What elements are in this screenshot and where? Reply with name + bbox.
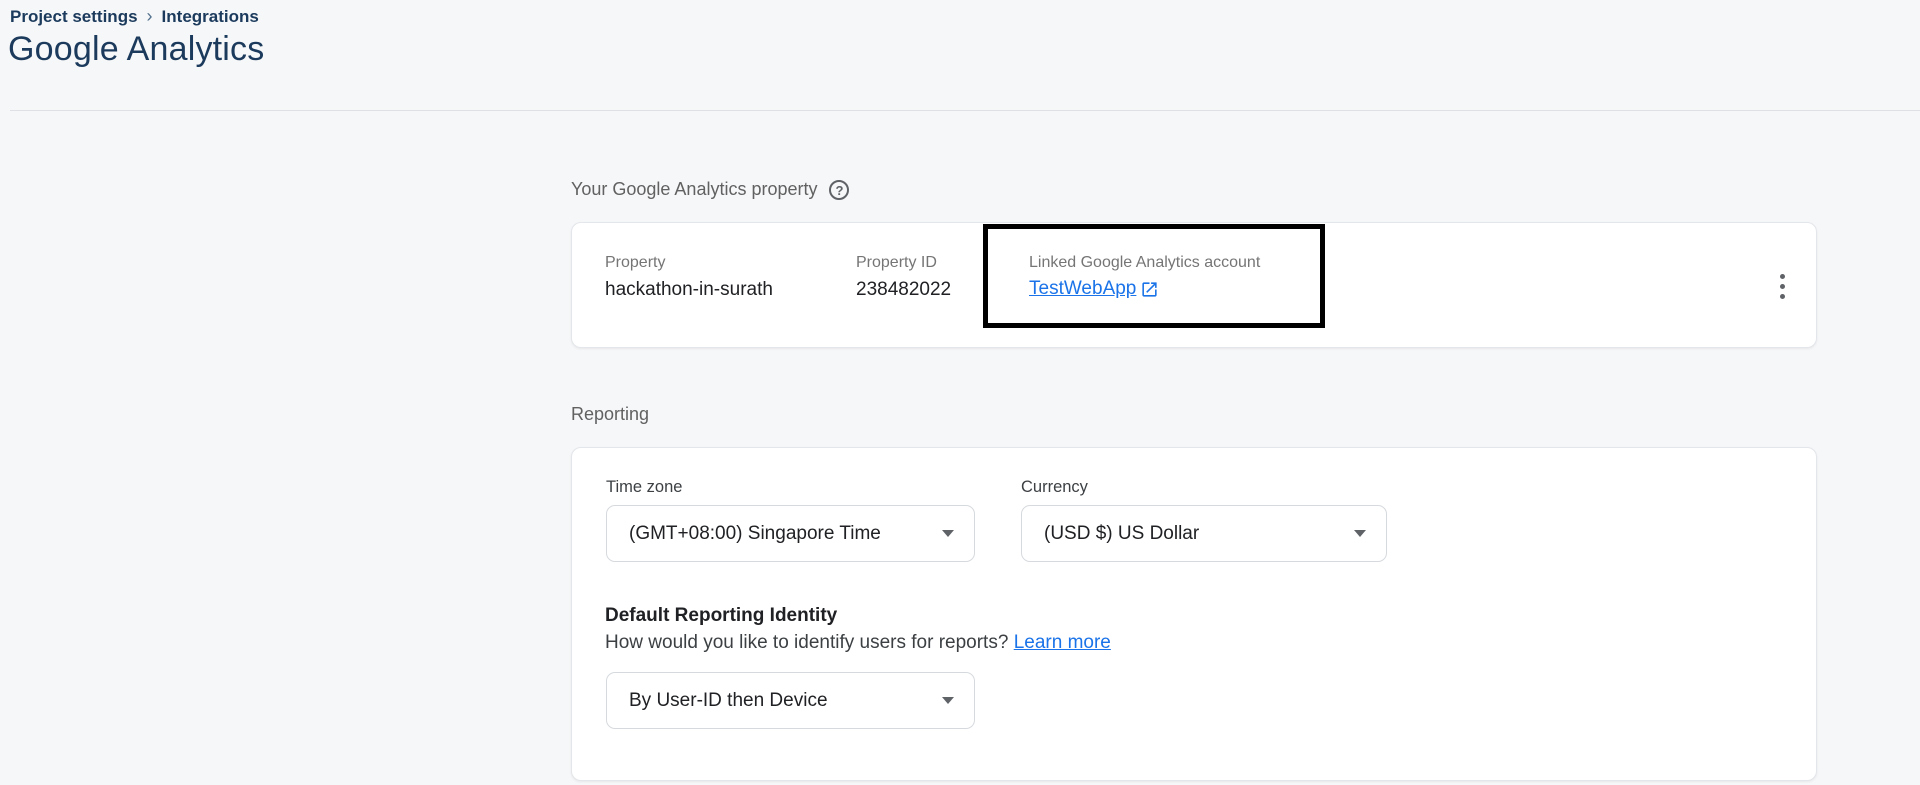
dropdown-arrow-icon	[942, 530, 954, 537]
help-icon[interactable]: ?	[829, 180, 849, 200]
property-id-label: Property ID	[856, 254, 951, 272]
property-card: Property hackathon-in-surath Property ID…	[571, 222, 1817, 348]
page-title: Google Analytics	[8, 30, 264, 69]
header-divider	[10, 110, 1920, 111]
reporting-section-title: Reporting	[571, 404, 649, 425]
reporting-identity-value: By User-ID then Device	[629, 690, 932, 712]
property-section-header: Your Google Analytics property ?	[571, 179, 849, 200]
identity-question: How would you like to identify users for…	[605, 632, 1008, 653]
overflow-menu-button[interactable]	[1770, 267, 1794, 305]
property-field: Property hackathon-in-surath	[605, 254, 773, 301]
reporting-card: Time zone (GMT+08:00) Singapore Time Cur…	[571, 447, 1817, 781]
currency-value: (USD $) US Dollar	[1044, 523, 1344, 545]
open-in-new-icon	[1140, 280, 1159, 299]
breadcrumb-chevron-icon: ›	[147, 7, 153, 27]
reporting-section-header: Reporting	[571, 404, 649, 425]
reporting-identity-select[interactable]: By User-ID then Device	[606, 672, 975, 729]
currency-select[interactable]: (USD $) US Dollar	[1021, 505, 1387, 562]
property-label: Property	[605, 254, 773, 272]
breadcrumb-integrations[interactable]: Integrations	[162, 7, 259, 27]
google-analytics-integration-page: Project settings › Integrations Google A…	[0, 0, 1920, 785]
default-reporting-identity-heading: Default Reporting Identity	[605, 605, 837, 627]
kebab-menu-icon	[1780, 294, 1785, 299]
property-id-value: 238482022	[856, 279, 951, 301]
linked-account-link[interactable]: TestWebApp	[1029, 278, 1159, 300]
currency-label: Currency	[1021, 478, 1088, 497]
time-zone-value: (GMT+08:00) Singapore Time	[629, 523, 932, 545]
time-zone-select[interactable]: (GMT+08:00) Singapore Time	[606, 505, 975, 562]
identity-question-text: How would you like to identify users for…	[605, 632, 1111, 654]
kebab-menu-icon	[1780, 284, 1785, 289]
time-zone-label: Time zone	[606, 478, 682, 497]
linked-account-label: Linked Google Analytics account	[1029, 254, 1260, 272]
property-value: hackathon-in-surath	[605, 279, 773, 301]
linked-account-field: Linked Google Analytics account TestWebA…	[1029, 254, 1260, 300]
property-section-title: Your Google Analytics property	[571, 179, 817, 200]
property-id-field: Property ID 238482022	[856, 254, 951, 301]
dropdown-arrow-icon	[1354, 530, 1366, 537]
breadcrumb: Project settings › Integrations	[10, 7, 259, 27]
kebab-menu-icon	[1780, 274, 1785, 279]
learn-more-link[interactable]: Learn more	[1014, 632, 1111, 653]
breadcrumb-project-settings[interactable]: Project settings	[10, 7, 138, 27]
dropdown-arrow-icon	[942, 697, 954, 704]
linked-account-link-text: TestWebApp	[1029, 278, 1136, 300]
